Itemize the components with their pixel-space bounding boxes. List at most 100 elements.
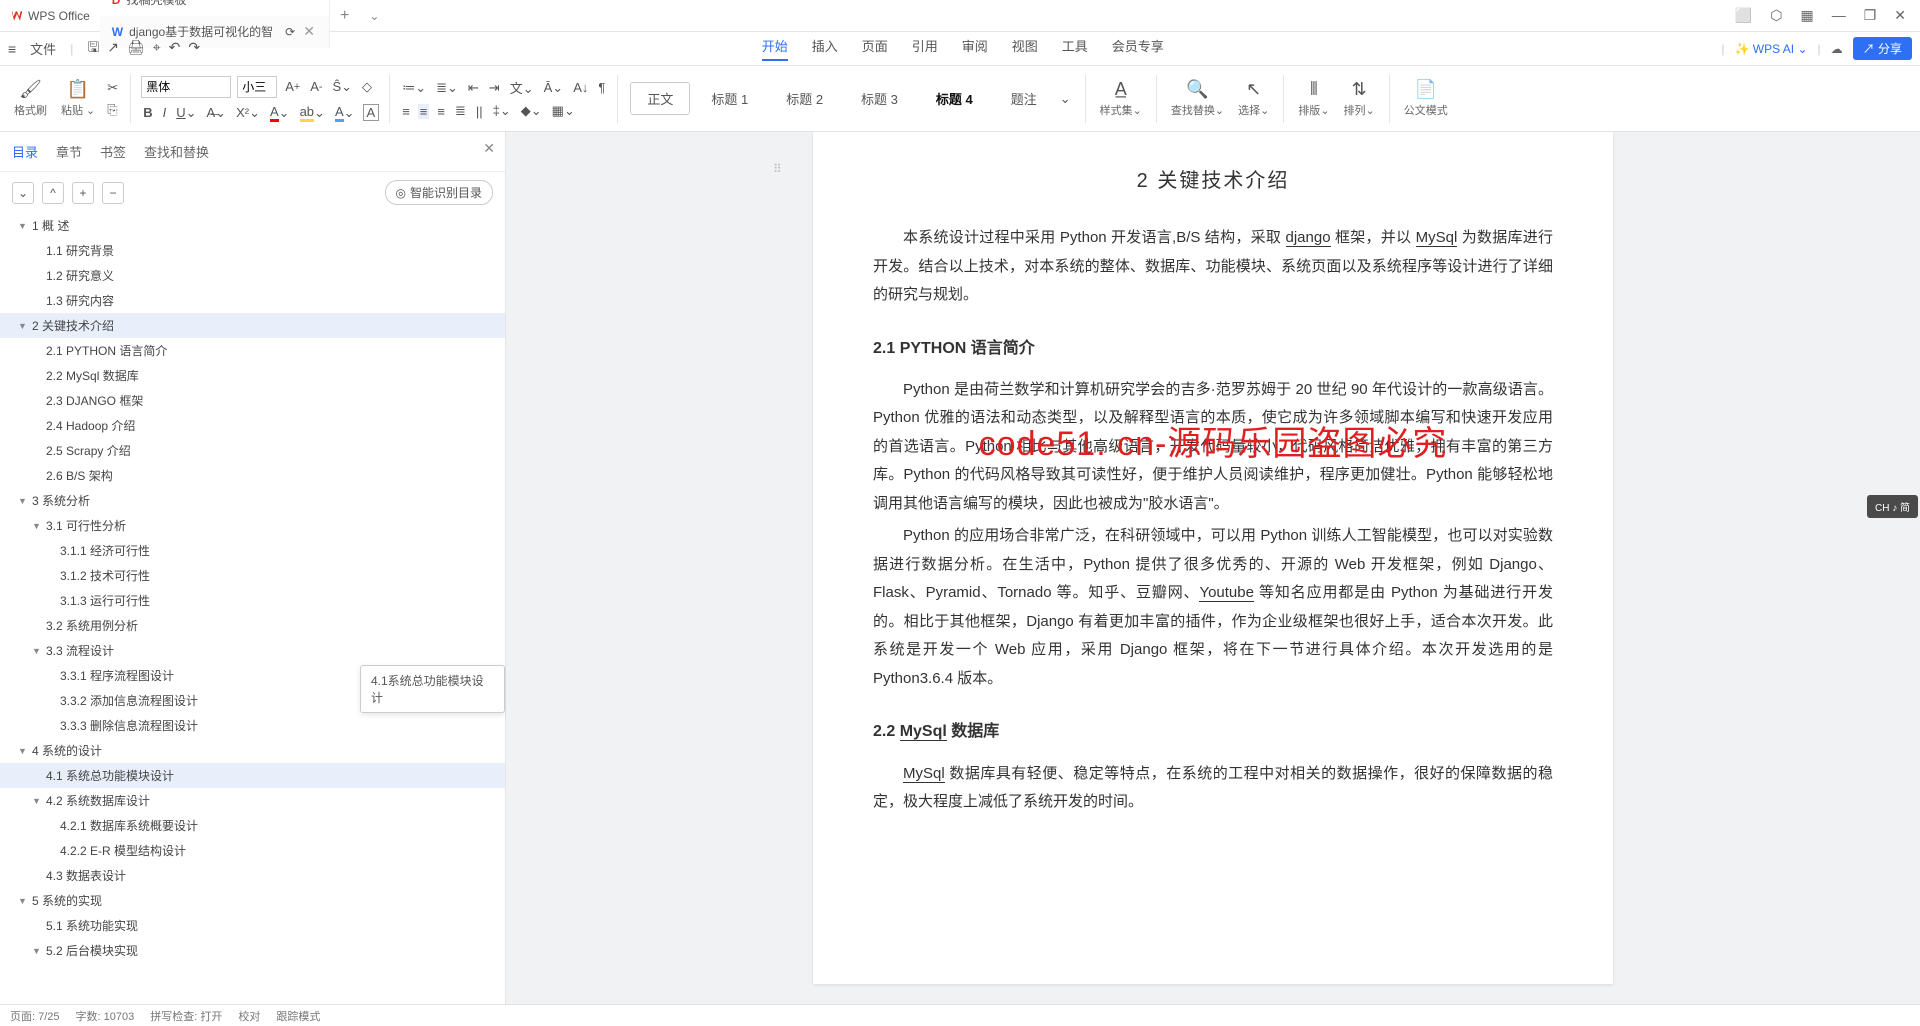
style-memo[interactable]: 题注: [994, 82, 1054, 115]
toc-item[interactable]: 1.1 研究背景: [0, 238, 505, 263]
status-page[interactable]: 页面: 7/25: [10, 1008, 60, 1024]
font-select[interactable]: [141, 76, 231, 98]
strike-icon[interactable]: A̶⌄: [205, 105, 229, 121]
style-body[interactable]: 正文: [630, 82, 690, 115]
status-proof[interactable]: 校对: [238, 1008, 260, 1024]
toc-item[interactable]: 3.1.2 技术可行性: [0, 563, 505, 588]
toc-item[interactable]: ▼3 系统分析: [0, 488, 505, 513]
toc-tab[interactable]: 查找和替换: [144, 142, 209, 161]
close-icon[interactable]: ✕: [301, 23, 317, 40]
toc-item[interactable]: 1.3 研究内容: [0, 288, 505, 313]
toc-tab[interactable]: 章节: [56, 142, 82, 161]
align-left-icon[interactable]: ≡: [400, 104, 412, 119]
toc-item[interactable]: 2.2 MySql 数据库: [0, 363, 505, 388]
window-control-icon[interactable]: ⬡: [1770, 7, 1782, 24]
toc-up-icon[interactable]: ^: [42, 182, 64, 204]
layout-button[interactable]: ⫴排版⌄: [1294, 79, 1333, 118]
quick-access-icon[interactable]: ↗: [107, 39, 119, 55]
line-space-icon[interactable]: ‡⌄: [491, 103, 513, 119]
shrink-font-icon[interactable]: A-: [308, 79, 324, 94]
window-control-icon[interactable]: ❐: [1864, 7, 1877, 24]
toc-item[interactable]: 3.2 系统用例分析: [0, 613, 505, 638]
text-dir-icon[interactable]: 文⌄: [508, 78, 536, 97]
close-icon[interactable]: ✕: [483, 140, 495, 157]
quick-access-icon[interactable]: 🖨: [127, 39, 145, 55]
style-set[interactable]: A̲样式集⌄: [1096, 79, 1146, 118]
underline-icon[interactable]: U⌄: [174, 105, 198, 121]
shading-icon[interactable]: ◆⌄: [519, 103, 544, 119]
toc-item[interactable]: ▼5.2 后台模块实现: [0, 938, 505, 963]
superscript-icon[interactable]: X²⌄: [234, 105, 262, 121]
menu-item[interactable]: 插入: [812, 36, 838, 61]
window-control-icon[interactable]: ▦: [1800, 7, 1813, 24]
menu-item[interactable]: 视图: [1012, 36, 1038, 61]
align-right-icon[interactable]: ≡: [435, 104, 447, 119]
status-read[interactable]: 跟踪模式: [276, 1008, 320, 1024]
font-color-icon[interactable]: A⌄: [268, 104, 292, 122]
toc-tab[interactable]: 书签: [100, 142, 126, 161]
window-control-icon[interactable]: ⬜: [1735, 7, 1752, 24]
toc-minus-icon[interactable]: −: [102, 182, 124, 204]
toc-item[interactable]: 2.5 Scrapy 介绍: [0, 438, 505, 463]
toc-item[interactable]: 2.4 Hadoop 介绍: [0, 413, 505, 438]
toc-item[interactable]: ▼1 概 述: [0, 213, 505, 238]
toc-item[interactable]: 5.1 系统功能实现: [0, 913, 505, 938]
arrange-button[interactable]: ⇅排列⌄: [1340, 79, 1379, 118]
toc-item[interactable]: 1.2 研究意义: [0, 263, 505, 288]
quick-access-icon[interactable]: ↶: [169, 39, 181, 55]
menu-item[interactable]: 页面: [862, 36, 888, 61]
toc-plus-icon[interactable]: +: [72, 182, 94, 204]
asian-layout-icon[interactable]: Ā⌄: [542, 80, 566, 96]
paste-button[interactable]: 📋粘贴 ⌄: [57, 79, 99, 118]
status-spell[interactable]: 拼写检查: 打开: [150, 1008, 222, 1024]
distribute-icon[interactable]: ||: [474, 104, 485, 119]
toc-item[interactable]: ▼5 系统的实现: [0, 888, 505, 913]
quick-access-icon[interactable]: ↷: [188, 39, 200, 55]
toc-collapse-icon[interactable]: ⌄: [12, 182, 34, 204]
toc-item[interactable]: ▼4 系统的设计: [0, 738, 505, 763]
clear-format-icon[interactable]: ◇: [360, 79, 374, 95]
style-h1[interactable]: 标题 1: [694, 82, 765, 115]
bullets-icon[interactable]: ≔⌄: [400, 80, 428, 96]
document-area[interactable]: ⠿ 2 关键技术介绍 本系统设计过程中采用 Python 开发语言,B/S 结构…: [506, 132, 1920, 1004]
drag-handle-icon[interactable]: ⠿: [773, 158, 782, 181]
change-case-icon[interactable]: Ŝ⌄: [330, 79, 354, 95]
tab-menu-button[interactable]: ⌄: [359, 9, 389, 23]
numbering-icon[interactable]: ≣⌄: [434, 80, 460, 96]
show-marks-icon[interactable]: ¶: [596, 80, 607, 95]
wps-ai-button[interactable]: ✨ WPS AI ⌄: [1735, 42, 1808, 56]
copy-icon[interactable]: ⎘: [105, 102, 120, 118]
toc-item[interactable]: 4.2.1 数据库系统概要设计: [0, 813, 505, 838]
status-words[interactable]: 字数: 10703: [76, 1008, 135, 1024]
justify-icon[interactable]: ≣: [453, 103, 468, 119]
toc-item[interactable]: ▼3.3 流程设计: [0, 638, 505, 663]
toc-tab[interactable]: 目录: [12, 142, 38, 161]
toc-item[interactable]: 3.3.3 删除信息流程图设计: [0, 713, 505, 738]
outdent-icon[interactable]: ⇤: [466, 80, 481, 96]
share-button[interactable]: ↗ 分享: [1853, 37, 1912, 60]
toc-item[interactable]: ▼3.1 可行性分析: [0, 513, 505, 538]
window-control-icon[interactable]: —: [1832, 7, 1846, 24]
styles-more-icon[interactable]: ⌄: [1058, 91, 1073, 107]
grow-font-icon[interactable]: A+: [283, 79, 302, 94]
document-page[interactable]: ⠿ 2 关键技术介绍 本系统设计过程中采用 Python 开发语言,B/S 结构…: [813, 132, 1613, 984]
bold-icon[interactable]: B: [141, 105, 154, 120]
quick-access-icon[interactable]: ⌖: [153, 39, 161, 55]
font-size-select[interactable]: [237, 76, 277, 98]
window-control-icon[interactable]: ✕: [1894, 7, 1906, 24]
ime-badge[interactable]: CH ♪ 简: [1867, 495, 1918, 518]
style-h3[interactable]: 标题 3: [844, 82, 915, 115]
toc-item[interactable]: 4.2.2 E-R 模型结构设计: [0, 838, 505, 863]
styles-gallery[interactable]: 正文 标题 1 标题 2 标题 3 标题 4 题注 ⌄: [628, 80, 1074, 117]
cut-icon[interactable]: ✂: [105, 80, 120, 96]
italic-icon[interactable]: I: [161, 105, 169, 120]
toc-item[interactable]: 2.6 B/S 架构: [0, 463, 505, 488]
menu-item[interactable]: 开始: [762, 36, 788, 61]
toc-item[interactable]: 3.1.1 经济可行性: [0, 538, 505, 563]
toc-item[interactable]: 4.1 系统总功能模块设计: [0, 763, 505, 788]
menu-item[interactable]: 引用: [912, 36, 938, 61]
find-replace[interactable]: 🔍查找替换⌄: [1167, 79, 1228, 118]
document-tab[interactable]: D找稿壳模板: [100, 0, 330, 16]
style-h2[interactable]: 标题 2: [769, 82, 840, 115]
border-icon[interactable]: ▦⌄: [550, 103, 577, 119]
